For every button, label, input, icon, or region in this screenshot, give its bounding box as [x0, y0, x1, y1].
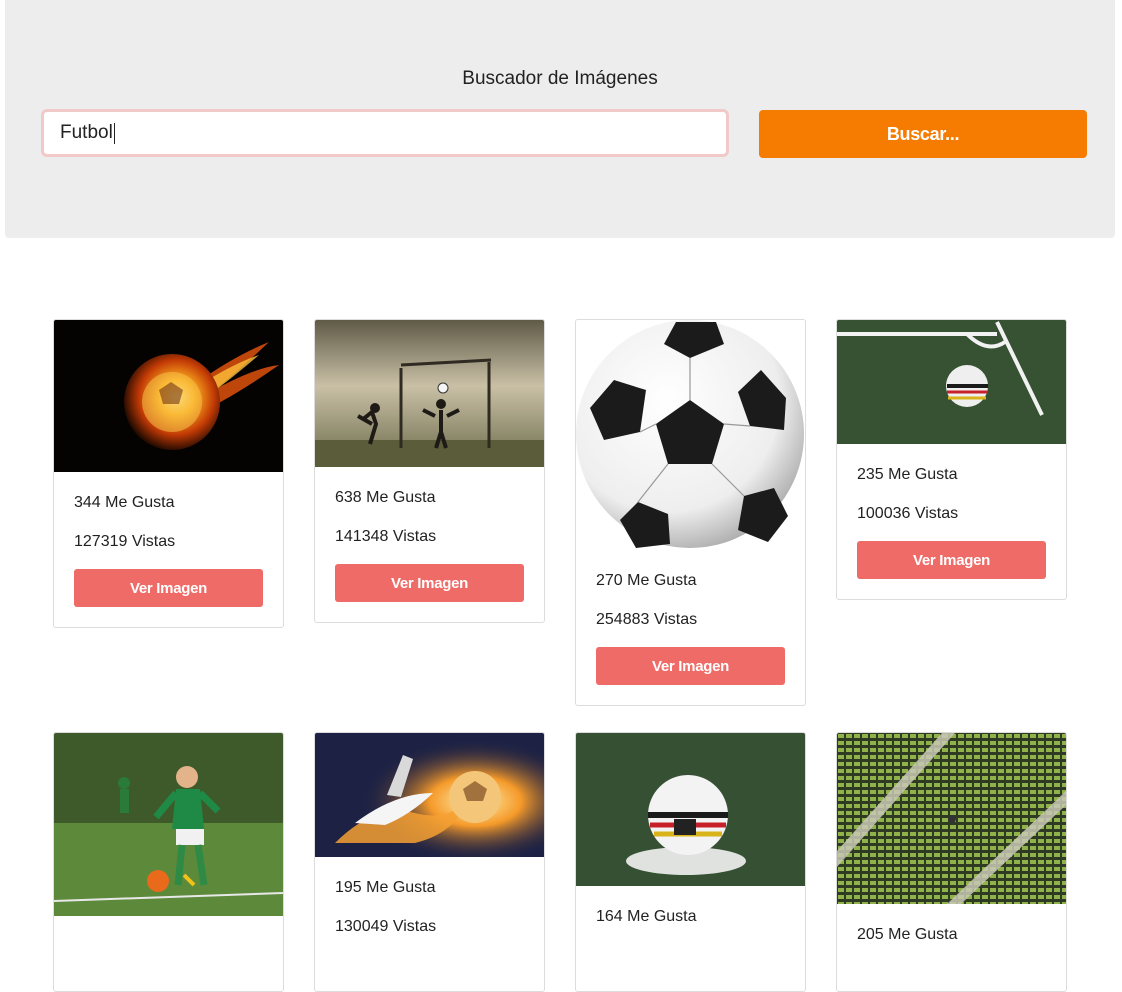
- likes-count: 344 Me Gusta: [74, 494, 175, 511]
- result-image[interactable]: [576, 320, 805, 550]
- views-count: 127319 Vistas: [74, 533, 176, 550]
- views-count: 100036 Vistas: [857, 505, 959, 522]
- search-input[interactable]: Futbol: [41, 109, 729, 157]
- text-caret: [113, 122, 115, 144]
- result-image[interactable]: [315, 320, 544, 467]
- likes-count: 195 Me Gusta: [335, 879, 436, 896]
- view-image-button[interactable]: Ver Imagen: [857, 541, 1046, 579]
- likes-count: 235 Me Gusta: [857, 466, 958, 483]
- result-image[interactable]: [315, 733, 544, 857]
- likes-count: 638 Me Gusta: [335, 489, 436, 506]
- view-image-button[interactable]: Ver Imagen: [596, 647, 785, 685]
- result-image[interactable]: [576, 733, 805, 886]
- image-card: 235 Me Gusta 100036 Vistas Ver Imagen: [836, 319, 1067, 600]
- likes-count: 164 Me Gusta: [596, 908, 697, 925]
- views-count: 130049 Vistas: [335, 918, 437, 935]
- view-image-button[interactable]: Ver Imagen: [74, 569, 263, 607]
- image-card: 270 Me Gusta 254883 Vistas Ver Imagen: [575, 319, 806, 706]
- result-image[interactable]: [837, 733, 1066, 904]
- image-card: 164 Me Gusta: [575, 732, 806, 992]
- image-card: [53, 732, 284, 992]
- image-card: 344 Me Gusta 127319 Vistas Ver Imagen: [53, 319, 284, 628]
- likes-count: [74, 916, 263, 938]
- views-count: 141348 Vistas: [335, 528, 437, 545]
- page-title: Buscador de Imágenes: [462, 68, 658, 89]
- search-button[interactable]: Buscar...: [759, 110, 1087, 158]
- result-image[interactable]: [54, 733, 283, 916]
- image-card: 195 Me Gusta 130049 Vistas: [314, 732, 545, 992]
- view-image-button[interactable]: Ver Imagen: [335, 564, 524, 602]
- likes-count: 205 Me Gusta: [857, 926, 958, 943]
- image-card: 638 Me Gusta 141348 Vistas Ver Imagen: [314, 319, 545, 623]
- search-panel: Buscador de Imágenes Futbol Buscar...: [5, 0, 1115, 238]
- likes-count: 270 Me Gusta: [596, 572, 697, 589]
- search-input-value: Futbol: [60, 122, 113, 143]
- image-card: 205 Me Gusta: [836, 732, 1067, 992]
- result-image[interactable]: [837, 320, 1066, 444]
- result-image[interactable]: [54, 320, 283, 472]
- views-count: 254883 Vistas: [596, 611, 698, 628]
